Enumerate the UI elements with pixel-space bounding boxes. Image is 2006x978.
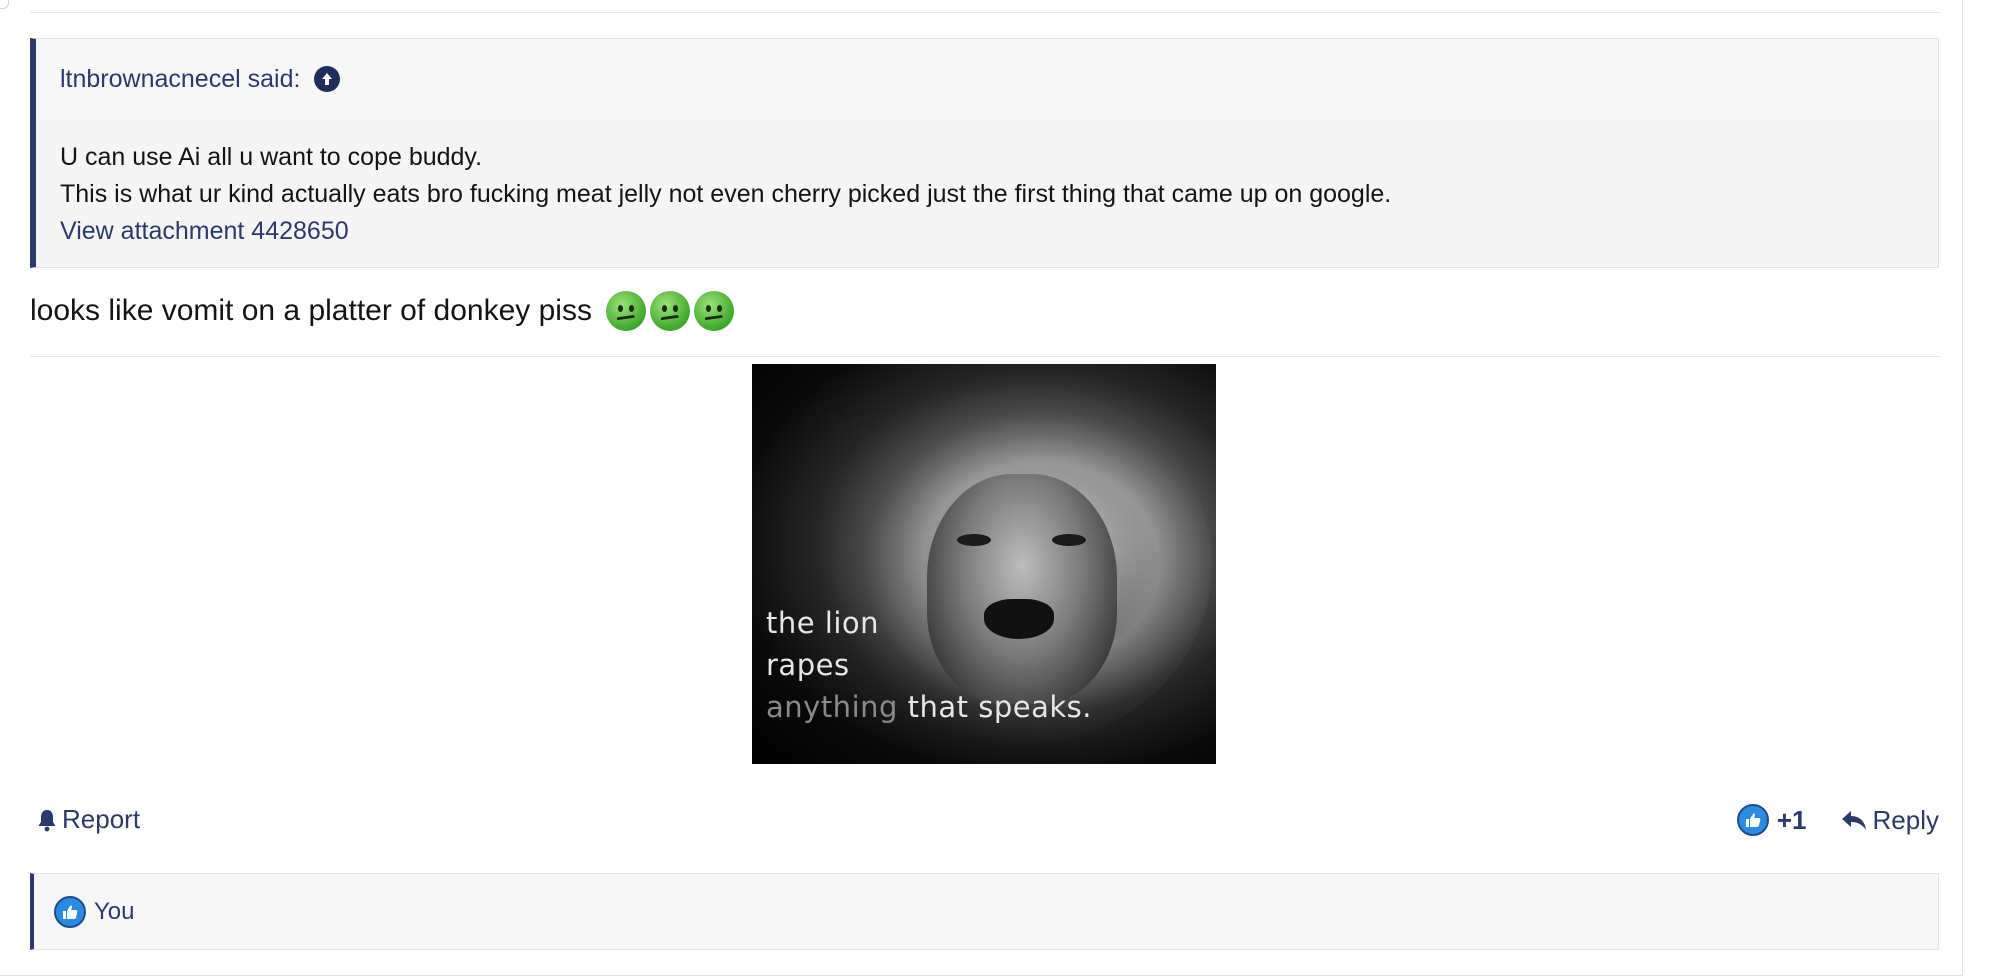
reply-icon: [1841, 811, 1866, 830]
view-attachment-link[interactable]: View attachment 4428650: [60, 213, 1391, 250]
quote-header: ltnbrownacnecel said:: [36, 39, 1938, 119]
caption-line: anything that speaks.: [766, 686, 1092, 728]
quote-author[interactable]: ltnbrownacnecel said:: [60, 65, 300, 94]
quote-body: U can use Ai all u want to cope buddy. T…: [60, 139, 1391, 250]
thumbs-up-icon[interactable]: [1736, 804, 1769, 836]
thumbs-up-icon: [54, 895, 86, 928]
signature-image[interactable]: the lion rapes anything that speaks.: [752, 364, 1216, 764]
image-caption: the lion rapes anything that speaks.: [766, 602, 1092, 728]
arrow-up-circle-icon[interactable]: [314, 66, 341, 92]
caption-line: the lion: [766, 606, 880, 640]
caption-rest: that speaks.: [897, 690, 1093, 724]
quote-block: ltnbrownacnecel said: U can use Ai all u…: [30, 38, 1939, 268]
lion-eye: [957, 534, 991, 546]
lion-eye: [1052, 534, 1086, 546]
report-button[interactable]: Report: [36, 804, 140, 835]
nauseated-face-icon: [693, 291, 734, 331]
bell-icon: [38, 809, 56, 831]
nauseated-face-icon: [649, 291, 690, 331]
signature-divider: [30, 356, 1939, 357]
message-text: looks like vomit on a platter of donkey …: [30, 294, 592, 327]
right-actions: +1 Reply: [1736, 804, 1939, 836]
reactions-label[interactable]: You: [94, 898, 135, 926]
report-label: Report: [62, 804, 141, 834]
quote-line: U can use Ai all u want to cope buddy.: [60, 143, 483, 171]
nauseated-face-icon: [605, 291, 646, 331]
caption-dim-word: anything: [766, 690, 898, 724]
like-count[interactable]: +1: [1777, 805, 1807, 836]
caption-line: rapes: [766, 648, 850, 682]
reactions-bar[interactable]: You: [30, 873, 1939, 950]
divider: [30, 12, 1939, 13]
reply-button[interactable]: Reply: [1873, 805, 1939, 836]
quote-line: This is what ur kind actually eats bro f…: [60, 180, 1392, 208]
post-actions: Report +1 Reply: [30, 804, 1939, 844]
message-text-row: looks like vomit on a platter of donkey …: [30, 290, 734, 332]
